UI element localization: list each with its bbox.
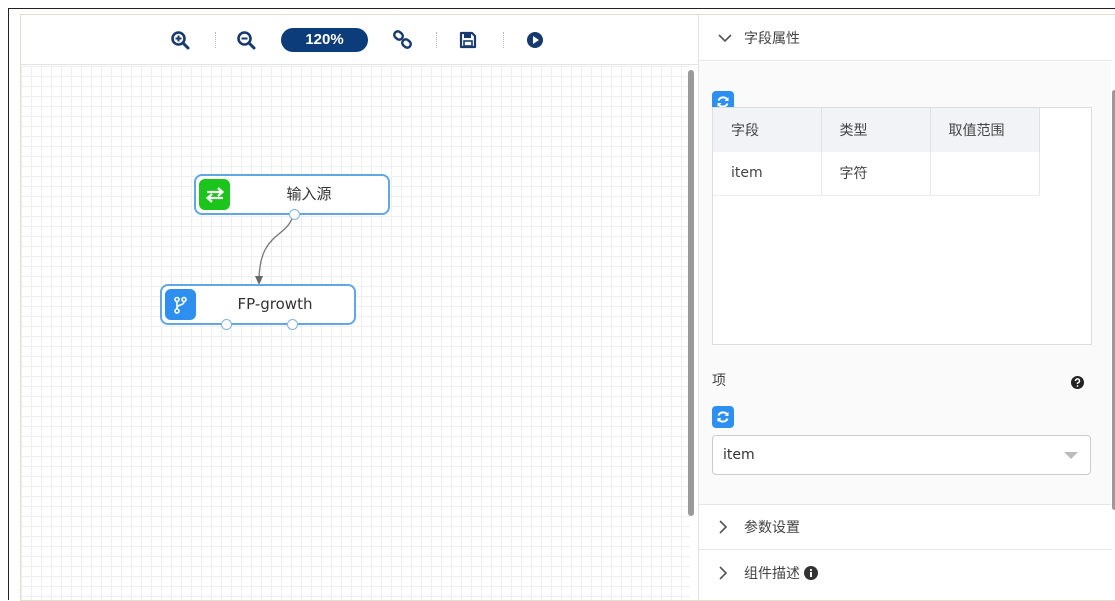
zoom-in-icon [171, 31, 190, 50]
run-button[interactable] [524, 28, 546, 52]
toolbar-separator [436, 32, 437, 48]
column-header: 字段 [713, 108, 822, 152]
link-icon [393, 30, 412, 49]
param-section-header[interactable]: 参数设置 [699, 504, 1111, 550]
column-header: 取值范围 [930, 108, 1040, 152]
branch-icon [165, 289, 196, 320]
save-icon [459, 31, 477, 49]
editor: 120% 输入源 FP-growth 字段属性 字段 类型 取值范围 item … [20, 14, 1115, 601]
chevron-right-icon [718, 520, 732, 534]
node-label: FP-growth [237, 295, 313, 313]
item-select[interactable]: item [712, 435, 1091, 475]
section-title: 字段属性 [744, 30, 800, 47]
canvas-grid[interactable]: 输入源 FP-growth [21, 66, 690, 600]
properties-panel: 字段属性 字段 类型 取值范围 item 字符 项 item 参数设置 组件描述 [698, 15, 1115, 600]
output-port[interactable] [221, 319, 232, 330]
selected-value: item [723, 447, 755, 463]
column-header: 类型 [821, 108, 931, 152]
toolbar-separator [215, 32, 216, 48]
field-table: 字段 类型 取值范围 item 字符 [712, 107, 1092, 345]
node-input-source[interactable]: 输入源 [194, 174, 390, 220]
window-frame: 120% 输入源 FP-growth 字段属性 字段 类型 取值范围 item … [8, 8, 1115, 601]
field-section-header[interactable]: 字段属性 [699, 15, 1111, 61]
connection-edge[interactable] [21, 66, 690, 600]
node-fp-growth[interactable]: FP-growth [160, 284, 356, 330]
link-button[interactable] [391, 28, 415, 52]
section-title: 参数设置 [744, 520, 800, 536]
zoom-level-badge[interactable]: 120% [281, 28, 368, 52]
table-row[interactable]: item 字符 [713, 152, 1040, 196]
table-cell: item [713, 152, 822, 196]
desc-section-header[interactable]: 组件描述 [699, 550, 1111, 596]
play-icon [527, 32, 543, 48]
info-icon[interactable] [804, 566, 818, 580]
save-button[interactable] [457, 28, 479, 52]
canvas-toolbar: 120% [21, 15, 698, 65]
section-title: 组件描述 [744, 566, 800, 582]
output-port[interactable] [289, 209, 300, 220]
canvas-pane: 120% 输入源 FP-growth [21, 15, 698, 600]
item-label: 项 [712, 373, 726, 389]
caret-down-icon [1064, 452, 1078, 459]
refresh-icon [717, 411, 729, 423]
zoom-in-button[interactable] [169, 28, 191, 52]
table-cell: 字符 [821, 152, 931, 196]
toolbar-separator [503, 32, 504, 48]
chevron-down-icon [718, 33, 732, 43]
chevron-right-icon [718, 566, 732, 580]
help-icon[interactable] [1071, 374, 1084, 393]
output-port[interactable] [287, 319, 298, 330]
zoom-out-button[interactable] [235, 28, 257, 52]
field-section-body: 字段 类型 取值范围 item 字符 项 item [699, 62, 1111, 504]
table-header-row: 字段 类型 取值范围 [713, 108, 1040, 152]
node-label: 输入源 [286, 185, 332, 203]
transfer-icon [199, 179, 230, 210]
table-cell [930, 152, 1040, 196]
zoom-out-icon [237, 31, 256, 50]
canvas-scrollbar[interactable] [688, 70, 694, 516]
refresh-items-button[interactable] [712, 406, 734, 428]
